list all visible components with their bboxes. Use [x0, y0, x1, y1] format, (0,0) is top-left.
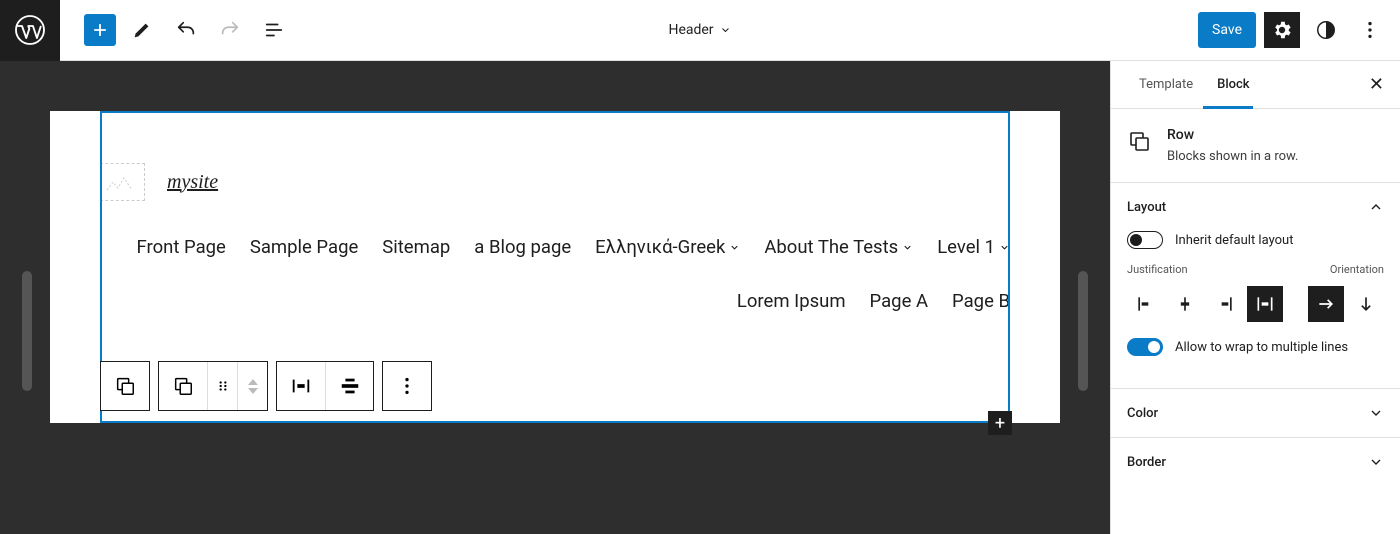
undo-icon[interactable]	[168, 12, 204, 48]
border-panel-title: Border	[1127, 455, 1166, 470]
inherit-layout-label: Inherit default layout	[1175, 233, 1293, 248]
chevron-down-icon	[1368, 454, 1384, 470]
chevron-down-icon	[720, 24, 732, 36]
top-toolbar: Header Save	[0, 0, 1400, 61]
wrap-toggle[interactable]	[1127, 338, 1163, 356]
layout-panel-title: Layout	[1127, 200, 1166, 215]
drag-handle[interactable]	[207, 362, 237, 410]
close-sidebar-button[interactable]: ✕	[1369, 74, 1384, 95]
justify-right-button[interactable]	[1207, 286, 1243, 322]
tab-template[interactable]: Template	[1127, 61, 1205, 109]
layout-panel-toggle[interactable]: Layout	[1111, 183, 1400, 231]
color-panel-title: Color	[1127, 406, 1158, 421]
row-block-icon	[1127, 129, 1151, 153]
wrap-label: Allow to wrap to multiple lines	[1175, 340, 1348, 355]
document-title-text: Header	[668, 22, 713, 38]
template-canvas[interactable]: mysite Front PageSample PageSitemapa Blo…	[50, 111, 1060, 423]
block-toolbar	[100, 361, 432, 411]
block-name: Row	[1167, 127, 1298, 143]
chevron-up-icon	[1368, 199, 1384, 215]
add-block-inline-button[interactable]: +	[988, 411, 1012, 435]
document-title[interactable]: Header	[668, 22, 731, 38]
redo-icon[interactable]	[212, 12, 248, 48]
justify-button[interactable]	[277, 362, 325, 410]
orientation-label: Orientation	[1330, 263, 1384, 276]
save-button[interactable]: Save	[1198, 12, 1256, 48]
block-options-button[interactable]	[383, 362, 431, 410]
justification-label: Justification	[1127, 263, 1188, 276]
parent-block-button[interactable]	[101, 362, 149, 410]
justify-left-button[interactable]	[1127, 286, 1163, 322]
orientation-horizontal-button[interactable]	[1308, 286, 1344, 322]
add-block-button[interactable]	[84, 14, 116, 46]
move-buttons[interactable]	[237, 362, 267, 410]
border-panel-toggle[interactable]: Border	[1111, 438, 1400, 486]
scrollbar[interactable]	[22, 271, 32, 391]
justify-space-between-button[interactable]	[1247, 286, 1283, 322]
align-button[interactable]	[325, 362, 373, 410]
color-panel-toggle[interactable]: Color	[1111, 389, 1400, 437]
inherit-layout-toggle[interactable]	[1127, 231, 1163, 249]
styles-button[interactable]	[1308, 12, 1344, 48]
block-description: Blocks shown in a row.	[1167, 149, 1298, 164]
settings-sidebar: Template Block ✕ Row Blocks shown in a r…	[1110, 61, 1400, 534]
scrollbar[interactable]	[1078, 271, 1088, 391]
edit-tool-icon[interactable]	[124, 12, 160, 48]
wordpress-logo[interactable]	[0, 0, 60, 61]
settings-button[interactable]	[1264, 12, 1300, 48]
block-type-button[interactable]	[159, 362, 207, 410]
list-view-icon[interactable]	[256, 12, 292, 48]
more-menu-button[interactable]	[1352, 12, 1388, 48]
tab-block[interactable]: Block	[1205, 61, 1261, 109]
chevron-down-icon	[1368, 405, 1384, 421]
justify-center-button[interactable]	[1167, 286, 1203, 322]
orientation-vertical-button[interactable]	[1348, 286, 1384, 322]
editor-canvas-area: mysite Front PageSample PageSitemapa Blo…	[0, 61, 1110, 534]
